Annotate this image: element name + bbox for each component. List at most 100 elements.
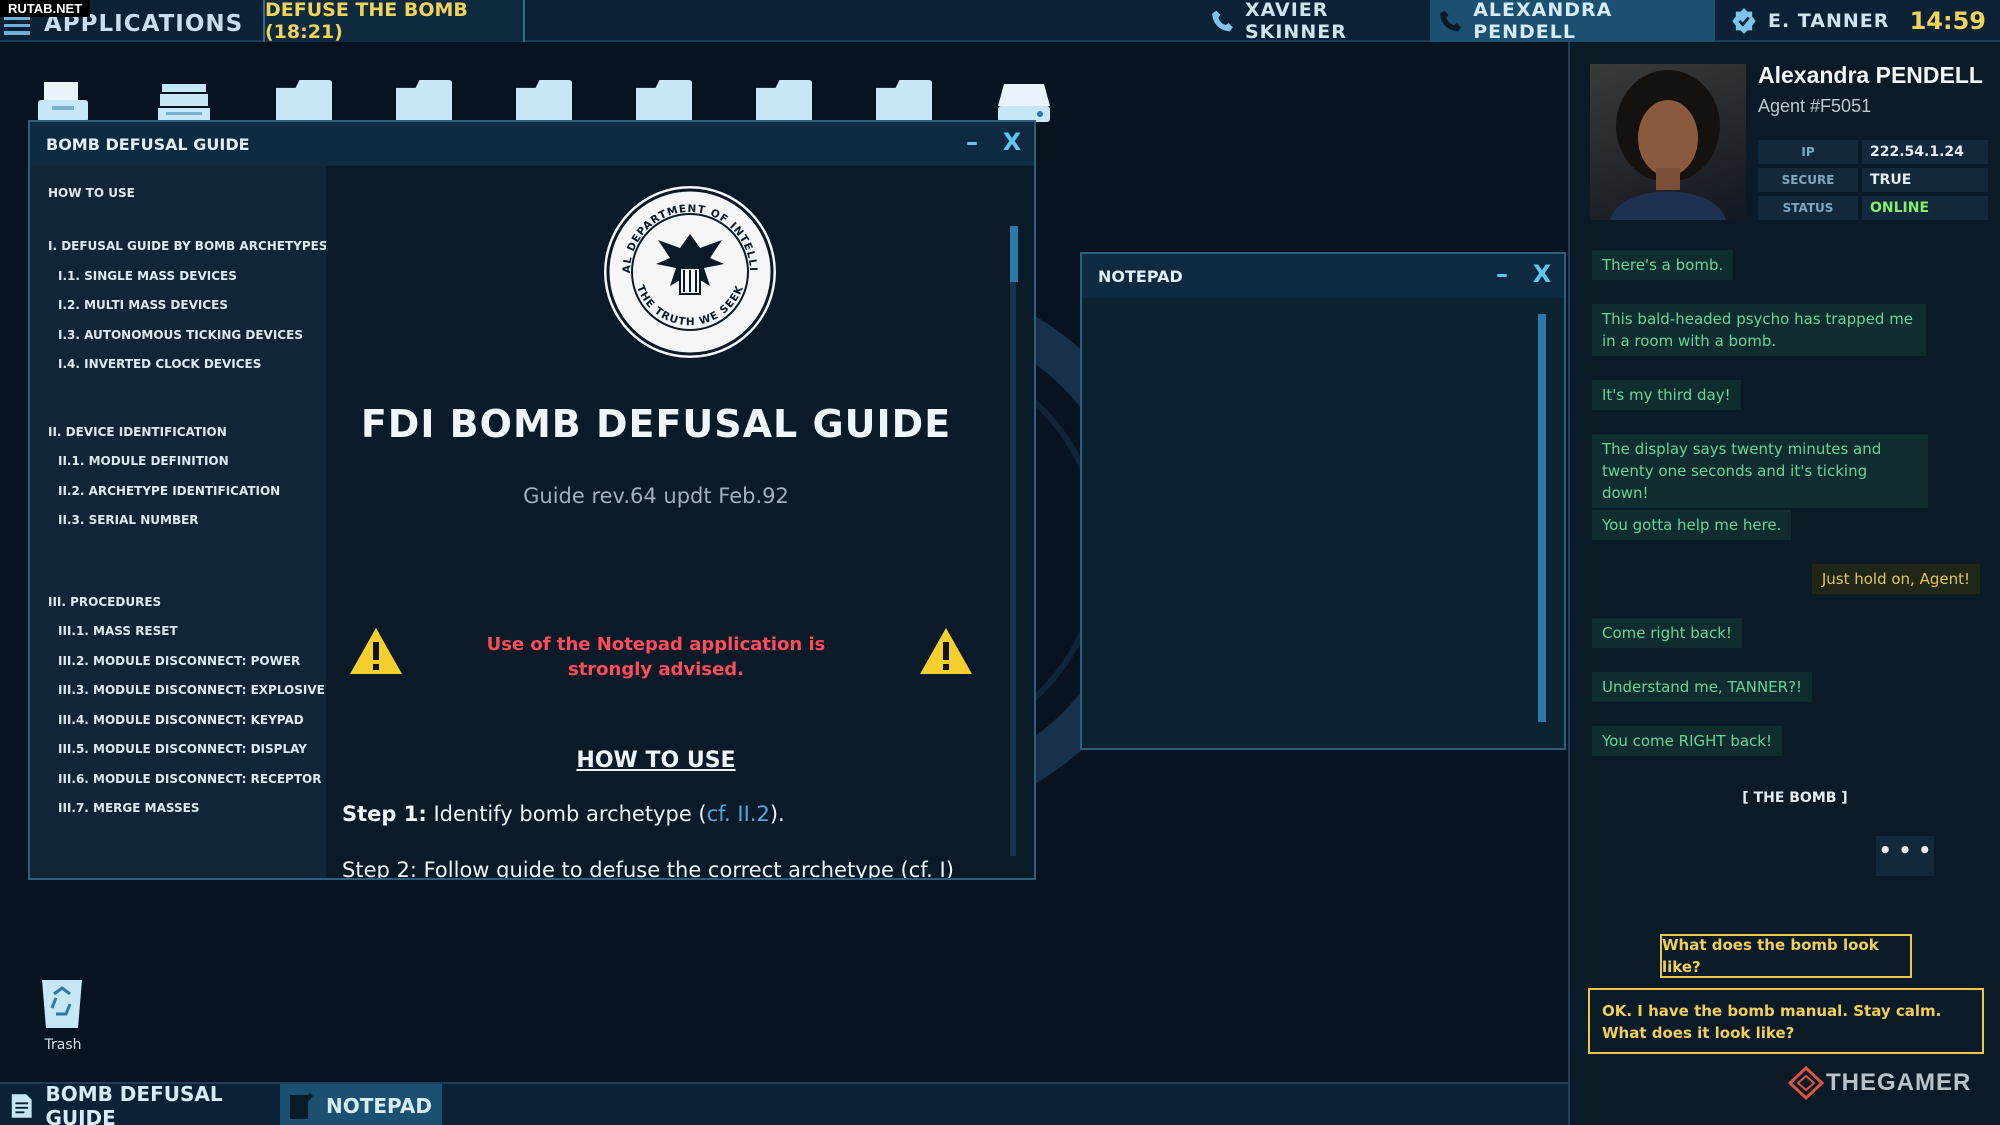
toc-item-merge-masses[interactable]: III.7. MERGE MASSES <box>48 801 199 815</box>
chat-message-agent: The display says twenty minutes and twen… <box>1592 434 1928 508</box>
top-bar: APPLICATIONS DEFUSE THE BOMB (18:21) XAV… <box>0 0 2000 43</box>
notepad-window: NOTEPAD – X <box>1080 252 1566 750</box>
step-1-text: Identify bomb archetype ( <box>426 802 707 826</box>
chat-message-agent: Understand me, TANNER?! <box>1592 672 1813 702</box>
toc-item-multi-mass[interactable]: I.2. MULTI MASS DEVICES <box>48 298 228 312</box>
contact-name: E. TANNER <box>1768 10 1890 32</box>
dialogue-choice-1[interactable]: What does the bomb look like? <box>1660 934 1912 978</box>
chat-message-agent: It's my third day! <box>1592 380 1741 410</box>
guide-title: FDI BOMB DEFUSAL GUIDE <box>360 402 952 446</box>
inbox-tray-icon[interactable] <box>36 80 92 124</box>
info-key: SECURE <box>1758 168 1858 192</box>
toc-item-archetypes[interactable]: I. DEFUSAL GUIDE BY BOMB ARCHETYPES <box>48 239 328 253</box>
window-title: BOMB DEFUSAL GUIDE <box>46 134 250 154</box>
info-value: 222.54.1.24 <box>1862 140 1988 164</box>
toc-item-mass-reset[interactable]: III.1. MASS RESET <box>48 624 178 638</box>
taskbar-item-label: NOTEPAD <box>326 1093 432 1118</box>
archive-tray-icon[interactable] <box>156 80 212 124</box>
taskbar-item-guide[interactable]: BOMB DEFUSAL GUIDE <box>10 1081 275 1125</box>
watermark: RUTAB.NET <box>0 0 91 17</box>
chat-message-agent: You come RIGHT back! <box>1592 726 1782 756</box>
contact-name: XAVIER SKINNER <box>1244 0 1347 43</box>
folder-icon[interactable] <box>396 80 452 124</box>
info-value: TRUE <box>1862 168 1988 192</box>
phone-icon <box>1212 10 1233 32</box>
typing-indicator: • • • <box>1876 836 1934 876</box>
dialogue-choice-2[interactable]: OK. I have the bomb manual. Stay calm. W… <box>1588 988 1984 1054</box>
minimize-button[interactable]: – <box>1490 262 1514 286</box>
warning-icon <box>920 628 972 674</box>
toc-item-autonomous[interactable]: I.3. AUTONOMOUS TICKING DEVICES <box>48 328 303 342</box>
agent-id: Agent #F5051 <box>1758 96 1872 116</box>
step-1: Step 1: Identify bomb archetype (cf. II.… <box>342 802 785 826</box>
toc-item-archetype-identification[interactable]: II.2. ARCHETYPE IDENTIFICATION <box>48 484 280 498</box>
phone-icon <box>1440 10 1462 32</box>
taskbar-item-label: BOMB DEFUSAL GUIDE <box>45 1081 223 1125</box>
mission-timer-tab[interactable]: DEFUSE THE BOMB (18:21) <box>263 0 525 43</box>
close-button[interactable]: X <box>1530 262 1554 286</box>
toc-item-disconnect-keypad[interactable]: III.4. MODULE DISCONNECT: KEYPAD <box>48 713 304 727</box>
folder-icon[interactable] <box>516 80 572 124</box>
taskbar-item-notepad[interactable]: NOTEPAD <box>280 1084 442 1125</box>
step-1-label: Step 1: <box>342 802 427 826</box>
info-row-secure: SECURE TRUE <box>1758 168 1988 192</box>
trash-label: Trash <box>44 1037 82 1053</box>
guide-scrollbar[interactable] <box>1010 226 1018 856</box>
window-title: NOTEPAD <box>1098 266 1183 286</box>
taskbar: BOMB DEFUSAL GUIDE NOTEPAD <box>0 1082 1568 1125</box>
toc-item-disconnect-power[interactable]: III.2. MODULE DISCONNECT: POWER <box>48 654 300 668</box>
contact-xavier-skinner[interactable]: XAVIER SKINNER <box>1210 0 1430 43</box>
notepad-advice-warning: Use of the Notepad application is strong… <box>486 634 826 680</box>
notepad-scrollbar[interactable] <box>1538 314 1546 722</box>
step-1-reference-link[interactable]: cf. II.2 <box>707 802 770 826</box>
step-1-end: ). <box>769 802 785 826</box>
scrollbar-thumb[interactable] <box>1010 226 1018 282</box>
notepad-icon <box>290 1092 313 1119</box>
folder-icon[interactable] <box>276 80 332 124</box>
status-badge: ONLINE <box>1862 196 1988 220</box>
menu-icon <box>4 17 30 35</box>
toc-item-module-definition[interactable]: II.1. MODULE DEFINITION <box>48 454 229 468</box>
minimize-button[interactable]: – <box>960 130 984 154</box>
trash-icon[interactable] <box>38 974 86 1030</box>
warning-icon <box>350 628 402 674</box>
toc-item-inverted-clock[interactable]: I.4. INVERTED CLOCK DEVICES <box>48 357 261 371</box>
info-key: IP <box>1758 140 1858 164</box>
table-of-contents: HOW TO USE I. DEFUSAL GUIDE BY BOMB ARCH… <box>30 166 328 878</box>
chat-event-marker: [ THE BOMB ] <box>1742 790 1848 806</box>
folder-icon[interactable] <box>876 80 932 124</box>
chat-message-agent: There's a bomb. <box>1592 250 1734 280</box>
notepad-text-area[interactable] <box>1082 298 1564 748</box>
toc-item-device-identification[interactable]: II. DEVICE IDENTIFICATION <box>48 425 227 439</box>
fdi-seal-logo: FEDERAL DEPARTMENT OF INTELLIGENCE THE T… <box>602 184 776 358</box>
contact-e-tanner[interactable]: E. TANNER <box>1730 0 1890 42</box>
how-to-use-heading: HOW TO USE <box>576 748 736 773</box>
contact-name: ALEXANDRA PENDELL <box>1473 0 1613 43</box>
bomb-defusal-guide-window: BOMB DEFUSAL GUIDE – X HOW TO USE I. DEF… <box>28 120 1036 880</box>
folder-icon[interactable] <box>636 80 692 124</box>
close-button[interactable]: X <box>1000 130 1024 154</box>
thegamer-watermark: THEGAMER <box>1786 1066 1971 1100</box>
chat-message-agent: You gotta help me here. <box>1592 510 1792 540</box>
toc-item-disconnect-receptor[interactable]: III.6. MODULE DISCONNECT: RECEPTOR <box>48 772 321 786</box>
guide-content: FEDERAL DEPARTMENT OF INTELLIGENCE THE T… <box>326 166 1034 878</box>
toc-item-disconnect-display[interactable]: III.5. MODULE DISCONNECT: DISPLAY <box>48 742 307 756</box>
toc-item-single-mass[interactable]: I.1. SINGLE MASS DEVICES <box>48 269 237 283</box>
window-titlebar[interactable]: BOMB DEFUSAL GUIDE – X <box>30 122 1034 166</box>
chat-message-agent: This bald-headed psycho has trapped me i… <box>1592 304 1926 356</box>
thegamer-logo-icon <box>1787 1066 1825 1100</box>
agent-portrait <box>1590 64 1746 220</box>
info-key: STATUS <box>1758 196 1858 220</box>
logo-text: THEGAMER <box>1826 1069 1972 1096</box>
toc-item-how-to-use[interactable]: HOW TO USE <box>48 186 135 200</box>
badge-icon <box>1732 8 1756 34</box>
window-titlebar[interactable]: NOTEPAD – X <box>1082 254 1564 298</box>
contact-alexandra-pendell[interactable]: ALEXANDRA PENDELL <box>1430 0 1715 43</box>
guide-revision: Guide rev.64 updt Feb.92 <box>523 484 789 508</box>
folder-icon[interactable] <box>756 80 812 124</box>
drive-icon[interactable] <box>996 80 1052 124</box>
toc-item-serial-number[interactable]: II.3. SERIAL NUMBER <box>48 513 199 527</box>
toc-item-disconnect-explosive[interactable]: III.3. MODULE DISCONNECT: EXPLOSIVE <box>48 683 325 697</box>
toc-item-procedures[interactable]: III. PROCEDURES <box>48 595 161 609</box>
info-row-status: STATUS ONLINE <box>1758 196 1988 220</box>
